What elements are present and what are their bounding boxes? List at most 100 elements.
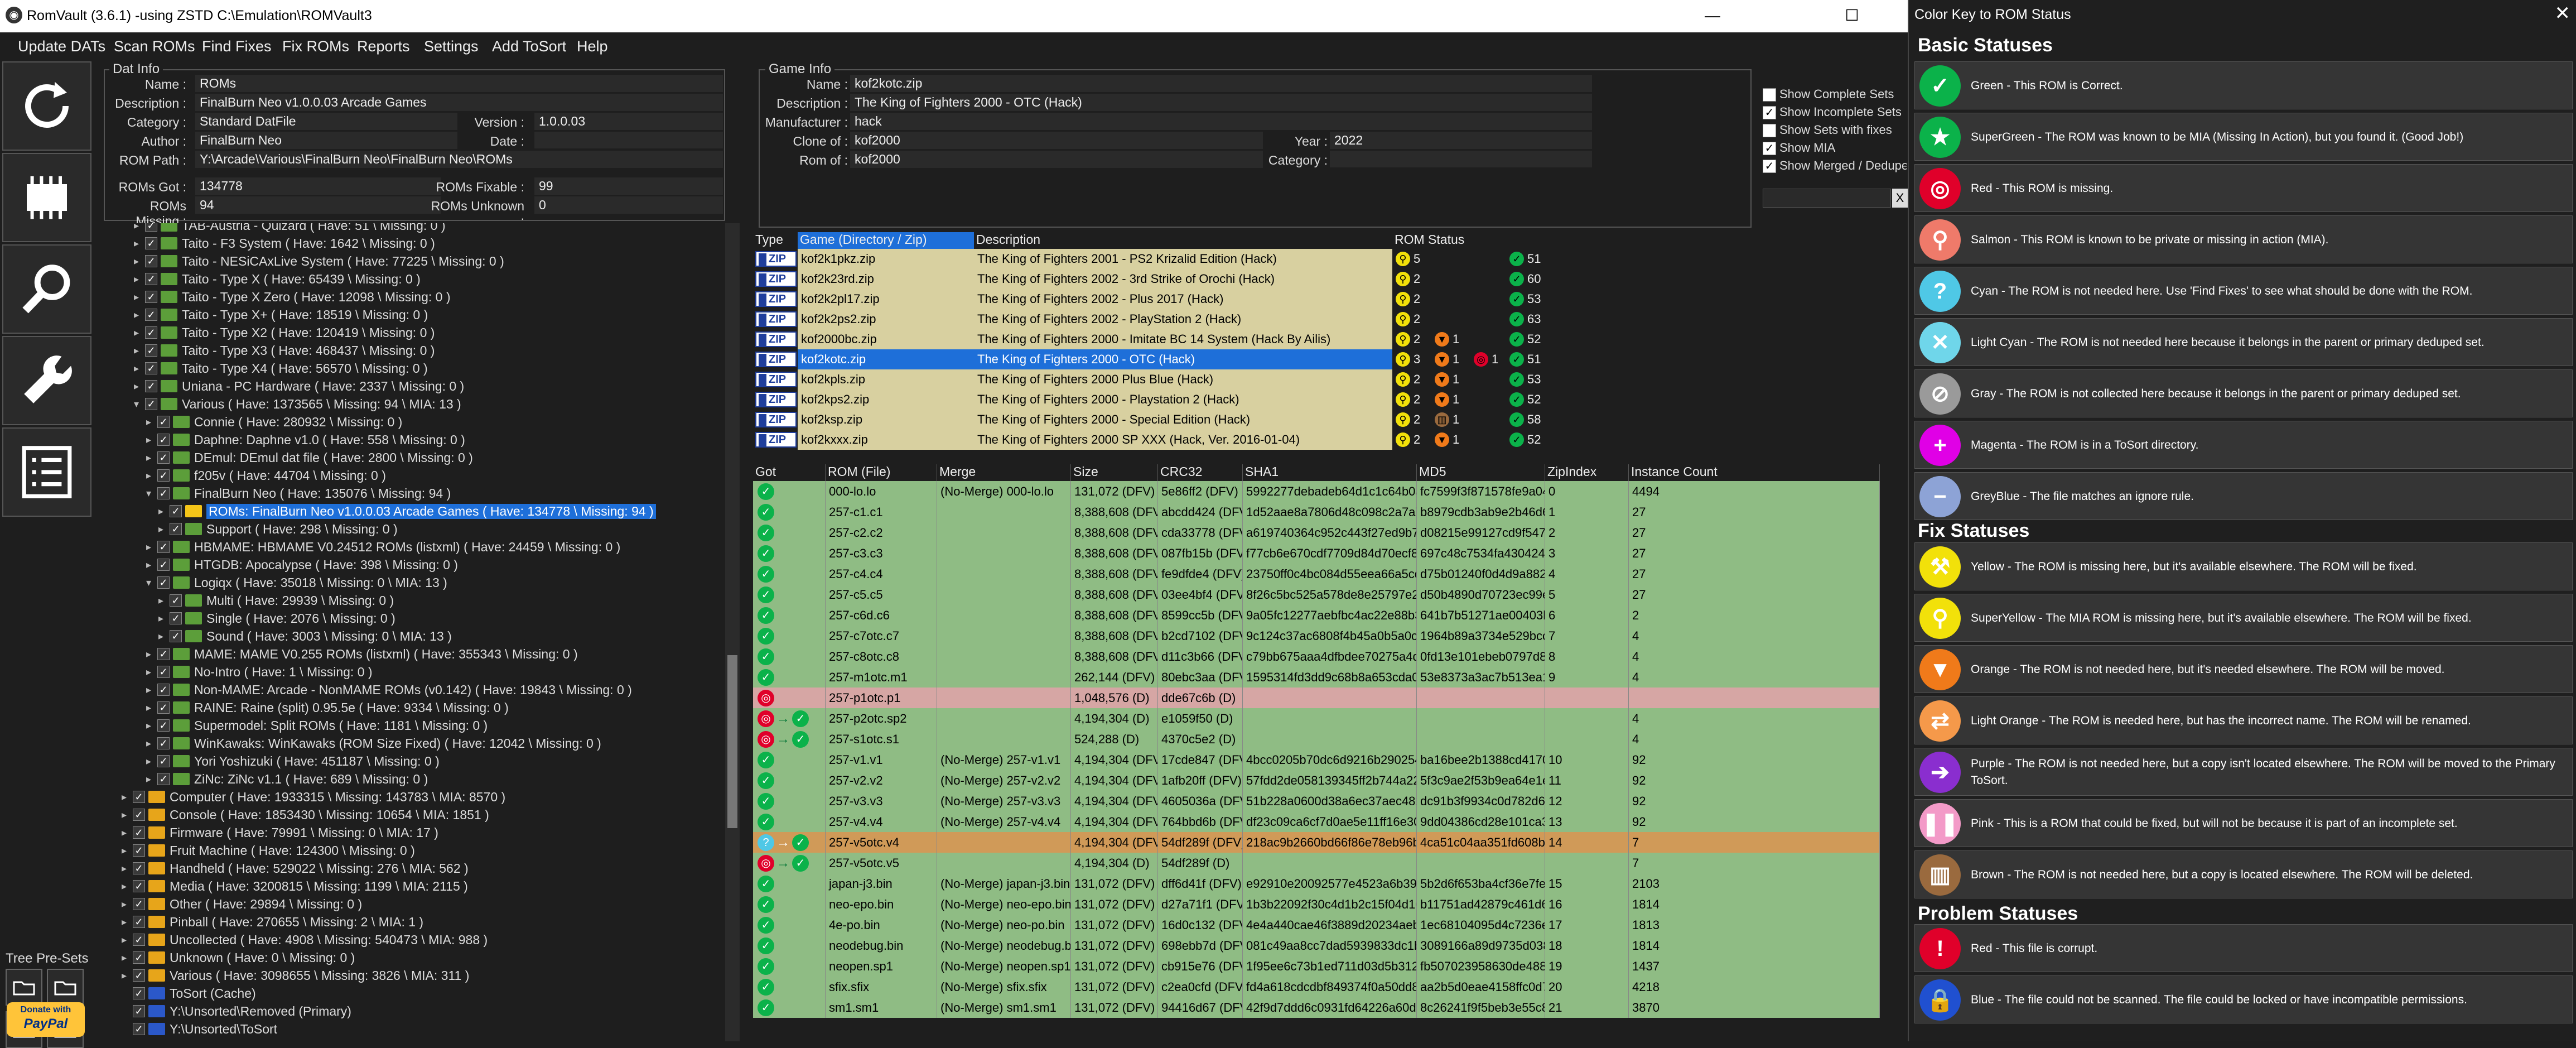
tree-checkbox[interactable]: ✓ xyxy=(133,826,145,839)
tree-node[interactable]: ▸ ✓ Uncollected ( Have: 4908 \ Missing: 54… xyxy=(122,931,488,949)
show-fixes-option[interactable]: Show Sets with fixes xyxy=(1763,123,1892,138)
rom-row[interactable]: ✓ 257-c8otc.c8 8,388,608 (DFV) d11c3b66 (DF… xyxy=(753,646,1880,667)
expand-icon[interactable]: ▸ xyxy=(146,756,157,767)
tree-checkbox[interactable]: ✓ xyxy=(157,684,170,696)
tree-checkbox[interactable]: ✓ xyxy=(133,809,145,821)
tree-checkbox[interactable]: ✓ xyxy=(170,505,182,517)
preset-2-button[interactable] xyxy=(47,969,84,1006)
expand-icon[interactable]: ▸ xyxy=(122,952,133,964)
menu-reports[interactable]: Reports xyxy=(357,38,410,55)
tree-node[interactable]: ▸ ✓ Yori Yoshizuki ( Have: 451187 \ Missin… xyxy=(146,752,440,770)
game-column-header-0[interactable]: Type xyxy=(753,232,798,249)
show-complete-option[interactable]: Show Complete Sets xyxy=(1763,87,1894,102)
color-key-close-button[interactable]: ✕ xyxy=(2555,2,2571,25)
tree-node[interactable]: ▸ ✓ ROMs: FinalBurn Neo v1.0.0.03 Arcade G… xyxy=(158,502,656,520)
maximize-button[interactable]: ☐ xyxy=(1835,4,1869,27)
tree-checkbox[interactable]: ✓ xyxy=(157,487,170,499)
tree-checkbox[interactable]: ✓ xyxy=(157,773,170,785)
rom-row[interactable]: ✓ 257-v3.v3 (No-Merge) 257-v3.v3 4,194,304 … xyxy=(753,791,1880,811)
expand-icon[interactable]: ▸ xyxy=(134,238,145,249)
tree-node[interactable]: ✓ Y:\Unsorted\ToSort xyxy=(122,1020,277,1038)
tree-node[interactable]: ▸ ✓ Taito - Type X Zero ( Have: 12098 \ Mi… xyxy=(134,288,451,306)
tree-node[interactable]: ▸ ✓ Handheld ( Have: 529022 \ Missing: 276… xyxy=(122,859,469,877)
tree-checkbox[interactable]: ✓ xyxy=(145,273,157,285)
game-row[interactable]: ZIP kof2kps2.zip The King of Fighters 2000… xyxy=(753,390,1909,410)
tree-checkbox[interactable]: ✓ xyxy=(157,469,170,482)
tree-node[interactable]: ▸ ✓ Support ( Have: 298 \ Missing: 0 ) xyxy=(158,520,398,538)
tree-checkbox[interactable]: ✓ xyxy=(170,523,182,535)
game-row[interactable]: ZIP kof2000bc.zip The King of Fighters 200… xyxy=(753,329,1909,349)
expand-icon[interactable]: ▸ xyxy=(146,452,157,464)
tree-checkbox[interactable]: ✓ xyxy=(157,416,170,428)
tree-checkbox[interactable]: ✓ xyxy=(145,309,157,321)
game-column-header-3[interactable]: ROM Status xyxy=(1392,232,1909,249)
update-dats-button[interactable] xyxy=(2,61,91,151)
rom-row[interactable]: ? → ✓ 257-v5otc.v4 4,194,304 (DFV) 54df289f (… xyxy=(753,832,1880,853)
tree-checkbox[interactable]: ✓ xyxy=(145,326,157,339)
expand-icon[interactable]: ▸ xyxy=(134,256,145,267)
rom-column-header-6[interactable]: MD5 xyxy=(1417,464,1545,481)
expand-icon[interactable]: ▸ xyxy=(134,381,145,392)
show-merged-option[interactable]: ✓ Show Merged / Dedupe xyxy=(1763,158,1907,174)
expand-icon[interactable]: ▸ xyxy=(158,631,170,642)
tree-checkbox[interactable]: ✓ xyxy=(133,951,145,964)
menu-settings[interactable]: Settings xyxy=(424,38,479,55)
menu-help[interactable]: Help xyxy=(577,38,608,55)
game-row[interactable]: ZIP kof2ksp.zip The King of Fighters 2000 … xyxy=(753,410,1909,430)
tree-scroll-thumb[interactable] xyxy=(727,655,737,828)
game-row[interactable]: ZIP kof2k23rd.zip The King of Fighters 200… xyxy=(753,269,1909,289)
expand-icon[interactable]: ▸ xyxy=(122,881,133,892)
tree-node[interactable]: ▾ ✓ FinalBurn Neo ( Have: 135076 \ Missing… xyxy=(146,484,451,502)
rom-row[interactable]: ✓ neo-epo.bin (No-Merge) neo-epo.bin 131,07… xyxy=(753,894,1880,915)
expand-icon[interactable]: ▸ xyxy=(122,970,133,982)
rom-row[interactable]: ◎ → ✓ 257-p2otc.sp2 4,194,304 (D) e1059f50 (D… xyxy=(753,708,1880,729)
expand-icon[interactable]: ▸ xyxy=(158,506,170,517)
expand-icon[interactable]: ▸ xyxy=(146,720,157,732)
expand-icon[interactable]: ▸ xyxy=(146,541,157,553)
tree-node[interactable]: ▸ ✓ Multi ( Have: 29939 \ Missing: 0 ) xyxy=(158,592,394,609)
expand-icon[interactable]: ▸ xyxy=(134,291,145,303)
expand-icon[interactable]: ▸ xyxy=(146,702,157,714)
collapse-icon[interactable]: ▾ xyxy=(146,488,157,499)
tree-node[interactable]: ▸ ✓ Unknown ( Have: 0 \ Missing: 0 ) xyxy=(122,949,355,967)
expand-icon[interactable]: ▸ xyxy=(146,434,157,446)
tree-node[interactable]: ▸ ✓ Taito - Type X ( Have: 65439 \ Missing… xyxy=(134,270,421,288)
tree-checkbox[interactable]: ✓ xyxy=(157,559,170,571)
tree-node[interactable]: ▸ ✓ Taito - Type X4 ( Have: 56570 \ Missin… xyxy=(134,359,428,377)
expand-icon[interactable]: ▸ xyxy=(134,223,145,232)
menu-find-fixes[interactable]: Find Fixes xyxy=(202,38,272,55)
rom-row[interactable]: ✓ 257-m1otc.m1 262,144 (DFV) 80ebc3aa (DFV)… xyxy=(753,667,1880,688)
show-merged-checkbox[interactable]: ✓ xyxy=(1763,160,1776,174)
expand-icon[interactable]: ▸ xyxy=(146,666,157,678)
expand-icon[interactable]: ▸ xyxy=(146,684,157,696)
game-column-header-1[interactable]: Game (Directory / Zip) xyxy=(798,232,974,249)
tree-checkbox[interactable]: ✓ xyxy=(145,255,157,267)
expand-icon[interactable]: ▸ xyxy=(134,309,145,321)
tree-node[interactable]: ▸ ✓ Connie ( Have: 280932 \ Missing: 0 ) xyxy=(146,413,402,431)
game-column-header-2[interactable]: Description xyxy=(974,232,1392,249)
tree-checkbox[interactable]: ✓ xyxy=(157,434,170,446)
rom-row[interactable]: ✓ 257-v4.v4 (No-Merge) 257-v4.v4 4,194,304 … xyxy=(753,811,1880,832)
tree-checkbox[interactable]: ✓ xyxy=(133,880,145,892)
expand-icon[interactable]: ▸ xyxy=(134,327,145,339)
rom-column-header-2[interactable]: Merge xyxy=(937,464,1071,481)
rom-column-header-8[interactable]: Instance Count xyxy=(1629,464,1880,481)
expand-icon[interactable]: ▸ xyxy=(134,273,145,285)
expand-icon[interactable]: ▸ xyxy=(146,738,157,749)
expand-icon[interactable]: ▸ xyxy=(146,773,157,785)
tree-node[interactable]: ▸ ✓ HTGDB: Apocalypse ( Have: 398 \ Missin… xyxy=(146,556,458,574)
tree-node[interactable]: ✓ ToSort (Cache) xyxy=(122,984,256,1002)
tree-checkbox[interactable]: ✓ xyxy=(145,362,157,374)
tree-checkbox[interactable]: ✓ xyxy=(157,576,170,589)
tree-node[interactable]: ▸ ✓ Taito - F3 System ( Have: 1642 \ Missi… xyxy=(134,234,435,252)
rom-row[interactable]: ✓ sfix.sfix (No-Merge) sfix.sfix 131,072 (D… xyxy=(753,977,1880,997)
tree-node[interactable]: ▸ ✓ MAME: MAME V0.255 ROMs (listxml) ( Hav… xyxy=(146,645,578,663)
tree-checkbox[interactable]: ✓ xyxy=(157,648,170,660)
tree-node[interactable]: ▸ ✓ Firmware ( Have: 79991 \ Missing: 0 \ … xyxy=(122,824,438,842)
expand-icon[interactable]: ▸ xyxy=(146,648,157,660)
rom-column-header-3[interactable]: Size xyxy=(1071,464,1158,481)
tree-checkbox[interactable]: ✓ xyxy=(157,701,170,714)
show-mia-checkbox[interactable]: ✓ xyxy=(1763,142,1776,156)
game-row[interactable]: ZIP kof2kxxx.zip The King of Fighters 2000… xyxy=(753,430,1909,450)
tree-node[interactable]: ▸ ✓ DEmul: DEmul dat file ( Have: 2800 \ M… xyxy=(146,449,473,467)
